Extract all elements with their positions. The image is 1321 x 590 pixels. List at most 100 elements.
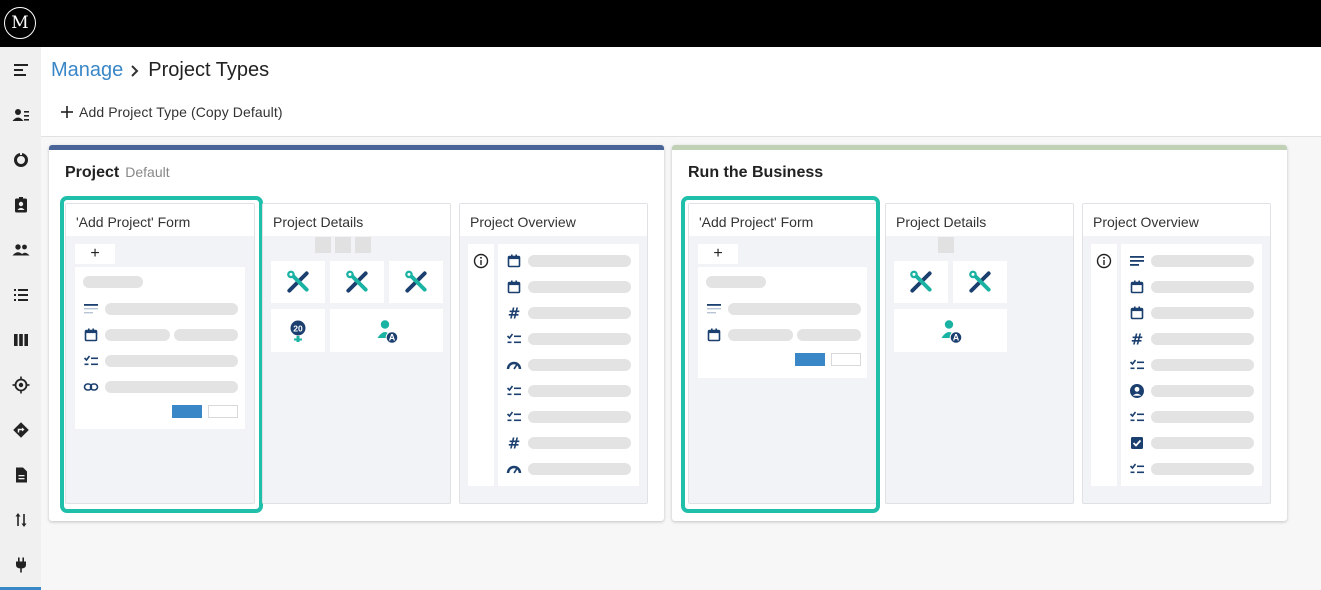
cancel-button-preview <box>831 353 861 366</box>
checklist-icon <box>83 353 99 369</box>
placeholder-bar <box>105 303 238 315</box>
project-details-panel[interactable]: Project Details 20 A <box>262 203 451 504</box>
placeholder-bar <box>528 385 631 397</box>
document-icon[interactable] <box>0 460 41 490</box>
project-type-card-run-the-business: Run the Business 'Add Project' Form + Pr… <box>672 145 1287 521</box>
project-type-card-project: Project Default 'Add Project' Form + Proj… <box>49 145 664 521</box>
cancel-button-preview <box>208 405 238 418</box>
hash-icon <box>1129 331 1145 347</box>
tools-tile <box>894 261 948 303</box>
people-icon[interactable] <box>0 235 41 265</box>
placeholder-bar <box>105 381 238 393</box>
svg-text:A: A <box>388 332 395 342</box>
gauge-icon <box>506 357 522 373</box>
placeholder-bar <box>105 355 238 367</box>
panel-title: Project Details <box>886 204 1073 236</box>
placeholder-bar <box>1151 411 1254 423</box>
plug-icon[interactable] <box>0 550 41 580</box>
placeholder-bar <box>105 329 170 341</box>
assignee-tile: A <box>330 309 443 352</box>
project-details-panel[interactable]: Project Details A <box>885 203 1074 504</box>
add-project-form-panel[interactable]: 'Add Project' Form + <box>688 203 877 504</box>
assignee-tile: A <box>894 309 1007 352</box>
card-accent-bar <box>49 145 664 150</box>
project-overview-panel[interactable]: Project Overview <box>1082 203 1271 504</box>
tab-placeholder <box>315 237 331 253</box>
target-icon[interactable] <box>0 370 41 400</box>
user-list-icon[interactable] <box>0 100 41 130</box>
project-overview-panel[interactable]: Project Overview <box>459 203 648 504</box>
board-columns-icon[interactable] <box>0 325 41 355</box>
add-project-form-panel[interactable]: 'Add Project' Form + <box>65 203 255 504</box>
info-icon[interactable] <box>1096 253 1112 269</box>
form-preview <box>75 267 245 429</box>
swap-arrows-icon[interactable] <box>0 505 41 535</box>
placeholder-bar <box>528 359 631 371</box>
breadcrumb-manage-link[interactable]: Manage <box>51 59 123 82</box>
placeholder-bar <box>528 333 631 345</box>
info-icon[interactable] <box>473 253 489 269</box>
text-lines-icon <box>83 301 99 317</box>
list-icon[interactable] <box>0 280 41 310</box>
placeholder-bar <box>528 281 631 293</box>
checkbox-icon <box>1129 435 1145 451</box>
checklist-icon <box>1129 357 1145 373</box>
card-title-text: Run the Business <box>688 164 824 181</box>
placeholder-bar <box>1151 255 1254 267</box>
placeholder-bar <box>528 437 631 449</box>
placeholder-bar <box>706 276 766 288</box>
plus-icon <box>61 106 73 118</box>
calendar-icon <box>706 327 722 343</box>
placeholder-bar <box>1151 437 1254 449</box>
placeholder-bar <box>1151 463 1254 475</box>
checklist-icon <box>506 331 522 347</box>
tools-tile <box>271 261 325 303</box>
add-project-type-button[interactable]: Add Project Type (Copy Default) <box>61 104 283 120</box>
tools-tile <box>389 261 443 303</box>
calendar-icon <box>506 279 522 295</box>
tools-icon <box>908 269 934 295</box>
sidebar <box>0 47 41 590</box>
panel-title: 'Add Project' Form <box>66 204 254 236</box>
text-lines-icon <box>706 301 722 317</box>
placeholder-bar <box>528 463 631 475</box>
app-logo[interactable]: M <box>4 7 36 39</box>
placeholder-bar <box>797 329 861 341</box>
placeholder-bar <box>528 255 631 267</box>
calendar-icon <box>83 327 99 343</box>
gauge-icon <box>506 461 522 477</box>
donut-chart-icon[interactable] <box>0 145 41 175</box>
panel-title: Project Overview <box>460 204 647 236</box>
save-button-preview <box>172 405 202 418</box>
hash-icon <box>506 435 522 451</box>
calendar-icon <box>1129 279 1145 295</box>
card-title: Project Default <box>65 164 170 182</box>
directions-icon[interactable] <box>0 415 41 445</box>
add-field-tab[interactable]: + <box>698 244 738 264</box>
placeholder-bar <box>1151 359 1254 371</box>
overview-field-list <box>498 244 639 486</box>
link-icon <box>83 379 99 395</box>
tools-icon <box>403 269 429 295</box>
checklist-icon <box>506 409 522 425</box>
assignee-icon: A <box>941 319 962 344</box>
user-circle-icon <box>1129 383 1145 399</box>
add-field-tab[interactable]: + <box>75 244 115 264</box>
card-title-text: Project <box>65 164 120 181</box>
panel-title: 'Add Project' Form <box>689 204 876 236</box>
placeholder-bar <box>728 329 793 341</box>
chevron-right-icon <box>130 64 140 78</box>
checklist-icon <box>506 383 522 399</box>
placeholder-bar <box>174 329 238 341</box>
page-title: Project Types <box>148 59 270 81</box>
tools-icon <box>344 269 370 295</box>
tools-icon <box>285 269 311 295</box>
menu-icon[interactable] <box>0 55 41 85</box>
form-preview <box>698 267 867 378</box>
placeholder-bar <box>528 307 631 319</box>
placeholder-bar <box>83 276 143 288</box>
assignee-icon: A <box>377 319 398 344</box>
contact-badge-icon[interactable] <box>0 190 41 220</box>
breadcrumb: Manage Project Types <box>51 59 269 82</box>
text-lines-icon <box>1129 253 1145 269</box>
